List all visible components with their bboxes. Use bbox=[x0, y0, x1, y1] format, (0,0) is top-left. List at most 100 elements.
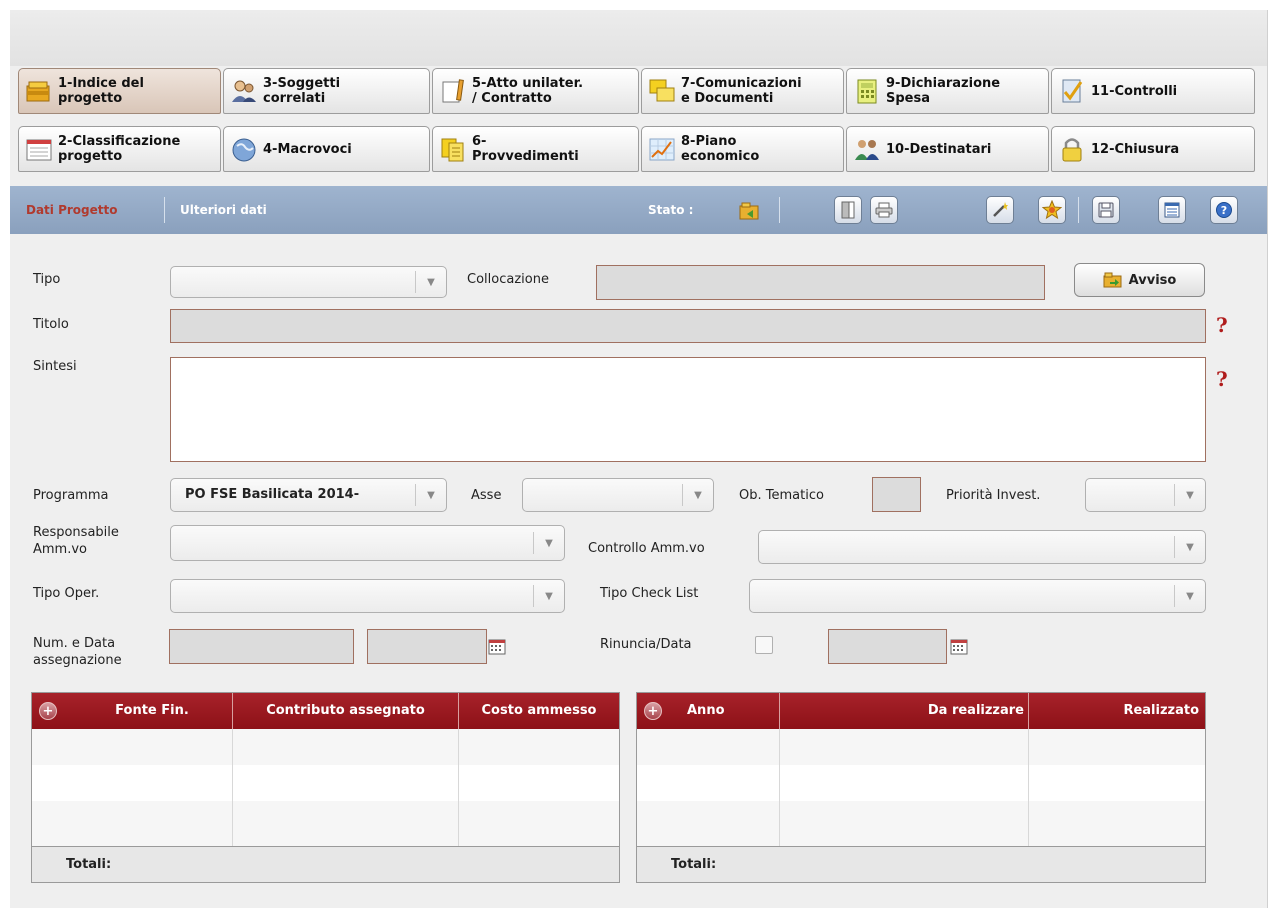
document-pencil-icon bbox=[442, 79, 464, 103]
tipo-checklist-select[interactable]: ▼ bbox=[749, 579, 1206, 613]
tab-controlli[interactable]: 11-Controlli bbox=[1051, 68, 1255, 114]
rinuncia-label: Rinuncia/Data bbox=[600, 637, 692, 652]
controllo-label: Controllo Amm.vo bbox=[588, 541, 705, 556]
tab-label: 2-Classificazione progetto bbox=[58, 134, 181, 164]
link-ulteriori-dati[interactable]: Ulteriori dati bbox=[180, 203, 267, 217]
tab-label: 9-Dichiarazione Spesa bbox=[886, 76, 1001, 106]
tab-comunicazioni-documenti[interactable]: 7-Comunicazioni e Documenti bbox=[641, 68, 844, 114]
add-row-icon[interactable]: + bbox=[39, 702, 57, 720]
sintesi-help-icon[interactable]: ? bbox=[1216, 367, 1228, 391]
chart-icon bbox=[649, 138, 675, 161]
asse-select[interactable]: ▼ bbox=[522, 478, 714, 512]
titolo-field[interactable] bbox=[170, 309, 1206, 343]
grid-header: Fonte Fin. Contributo assegnato Costo am… bbox=[32, 693, 619, 729]
rinuncia-checkbox[interactable] bbox=[755, 636, 773, 654]
tipo-label: Tipo bbox=[33, 272, 61, 287]
avviso-button[interactable]: Avviso bbox=[1074, 263, 1205, 297]
folder-state-icon bbox=[739, 202, 759, 220]
tab-provvedimenti[interactable]: 6- Provvedimenti bbox=[432, 126, 639, 172]
globe-icon bbox=[232, 138, 256, 162]
column-header-costo-ammesso[interactable]: Costo ammesso bbox=[458, 693, 619, 729]
list-button[interactable] bbox=[1158, 196, 1186, 224]
tab-piano-economico[interactable]: 8-Piano economico bbox=[641, 126, 844, 172]
column-divider bbox=[458, 729, 459, 846]
table-row[interactable] bbox=[32, 729, 619, 765]
tab-classificazione-progetto[interactable]: 2-Classificazione progetto bbox=[18, 126, 221, 172]
column-header-realizzato[interactable]: Realizzato bbox=[1028, 693, 1205, 729]
tab-label: 7-Comunicazioni e Documenti bbox=[681, 76, 802, 106]
ob-tematico-field[interactable] bbox=[872, 477, 921, 512]
table-row[interactable] bbox=[32, 801, 619, 846]
tab-label: 6- Provvedimenti bbox=[472, 134, 579, 164]
grid-header: Anno Da realizzare Realizzato + bbox=[637, 693, 1205, 729]
tab-label: 8-Piano economico bbox=[681, 134, 760, 164]
sintesi-textarea[interactable] bbox=[170, 357, 1206, 462]
totali-left-row: Totali: bbox=[31, 846, 620, 883]
chevron-down-icon: ▼ bbox=[415, 484, 446, 506]
toolbar: Dati Progetto Ulteriori dati Stato : ? bbox=[10, 186, 1267, 234]
piano-annuale-grid: Anno Da realizzare Realizzato + bbox=[636, 692, 1206, 847]
tab-label: 10-Destinatari bbox=[886, 141, 992, 157]
column-header-fonte-fin[interactable]: Fonte Fin. bbox=[32, 693, 232, 729]
tab-dichiarazione-spesa[interactable]: 9-Dichiarazione Spesa bbox=[846, 68, 1049, 114]
column-divider bbox=[779, 729, 780, 846]
tab-atto-contratto[interactable]: 5-Atto unilater. / Contratto bbox=[432, 68, 639, 114]
controllo-select[interactable]: ▼ bbox=[758, 530, 1206, 564]
avviso-label: Avviso bbox=[1128, 272, 1177, 288]
numero-assegnazione-field[interactable] bbox=[169, 629, 354, 664]
tab-label: 11-Controlli bbox=[1091, 83, 1178, 99]
tab-label: 3-Soggetti correlati bbox=[263, 76, 341, 106]
checklist-icon bbox=[1062, 79, 1083, 103]
list-icon bbox=[1164, 202, 1180, 218]
printer-icon bbox=[875, 202, 893, 218]
titolo-help-icon[interactable]: ? bbox=[1216, 313, 1228, 337]
responsabile-label-line1: Responsabile bbox=[33, 525, 119, 540]
tab-destinatari[interactable]: 10-Destinatari bbox=[846, 126, 1049, 172]
star-icon bbox=[1042, 200, 1062, 220]
priorita-select[interactable]: ▼ bbox=[1085, 478, 1206, 512]
tab-soggetti-correlati[interactable]: 3-Soggetti correlati bbox=[223, 68, 430, 114]
door-icon bbox=[841, 201, 855, 219]
column-header-da-realizzare[interactable]: Da realizzare bbox=[779, 693, 1028, 729]
column-header-contributo-assegnato[interactable]: Contributo assegnato bbox=[232, 693, 458, 729]
collocazione-label: Collocazione bbox=[467, 272, 549, 287]
favorite-button[interactable] bbox=[1038, 196, 1066, 224]
tab-label: 1-Indice del progetto bbox=[58, 76, 144, 106]
collocazione-field[interactable] bbox=[596, 265, 1045, 300]
tab-macrovoci[interactable]: 4-Macrovoci bbox=[223, 126, 430, 172]
table-row[interactable] bbox=[637, 801, 1205, 846]
add-row-icon[interactable]: + bbox=[644, 702, 662, 720]
data-assegnazione-field[interactable] bbox=[367, 629, 487, 664]
column-divider bbox=[1028, 729, 1029, 846]
responsabile-select[interactable]: ▼ bbox=[170, 525, 565, 561]
table-row[interactable] bbox=[637, 765, 1205, 801]
wizard-button[interactable] bbox=[986, 196, 1014, 224]
table-row[interactable] bbox=[32, 765, 619, 801]
tab-chiusura[interactable]: 12-Chiusura bbox=[1051, 126, 1255, 172]
table-row[interactable] bbox=[637, 729, 1205, 765]
chevron-down-icon: ▼ bbox=[682, 484, 713, 506]
chevron-down-icon: ▼ bbox=[533, 532, 564, 554]
link-dati-progetto[interactable]: Dati Progetto bbox=[26, 203, 118, 217]
responsabile-label-line2: Amm.vo bbox=[33, 542, 87, 557]
programma-select[interactable]: PO FSE Basilicata 2014- ▼ bbox=[170, 478, 447, 512]
rinuncia-data-field[interactable] bbox=[828, 629, 947, 664]
tipo-oper-select[interactable]: ▼ bbox=[170, 579, 565, 613]
tipo-oper-label: Tipo Oper. bbox=[33, 586, 100, 601]
calendar-icon[interactable] bbox=[488, 639, 506, 655]
tab-label: 12-Chiusura bbox=[1091, 141, 1180, 157]
calendar-icon[interactable] bbox=[950, 639, 968, 655]
exit-button[interactable] bbox=[834, 196, 862, 224]
chevron-down-icon: ▼ bbox=[1174, 585, 1205, 607]
help-button[interactable]: ? bbox=[1210, 196, 1238, 224]
people-icon bbox=[855, 140, 879, 160]
magic-wand-icon bbox=[993, 202, 1008, 217]
titolo-label: Titolo bbox=[33, 317, 69, 332]
window-list-icon bbox=[26, 139, 52, 161]
tab-indice-progetto[interactable]: 1-Indice del progetto bbox=[18, 68, 221, 114]
toolbar-separator bbox=[779, 197, 780, 223]
tipo-select[interactable]: ▼ bbox=[170, 266, 447, 298]
save-button[interactable] bbox=[1092, 196, 1120, 224]
print-button[interactable] bbox=[870, 196, 898, 224]
programma-label: Programma bbox=[33, 488, 109, 503]
